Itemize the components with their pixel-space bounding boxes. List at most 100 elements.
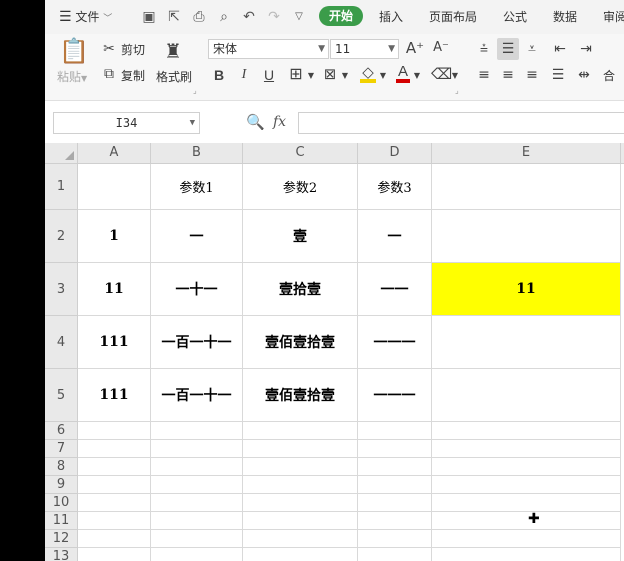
cell-c2[interactable]: 壹 (243, 210, 358, 263)
tab-home[interactable]: 开始 (319, 6, 363, 26)
cut-button[interactable]: 剪切 (121, 41, 145, 58)
formula-input[interactable] (298, 112, 624, 134)
merge-center-button[interactable]: 合 (603, 67, 615, 84)
cell-c1[interactable]: 参数2 (243, 164, 358, 210)
row-header-13[interactable]: 13 (45, 548, 78, 561)
print-icon[interactable]: ⎙ (191, 9, 207, 25)
align-left-icon[interactable]: ≡ (475, 66, 493, 84)
cell-a7[interactable] (78, 440, 151, 458)
cell-a11[interactable] (78, 512, 151, 530)
cell-e8[interactable] (432, 458, 621, 476)
bold-button[interactable]: B (212, 66, 226, 84)
decrease-font-size-icon[interactable]: A⁻ (431, 39, 451, 57)
scissors-icon[interactable]: ✂ (101, 40, 117, 58)
font-size-select[interactable]: 11 ▼ (330, 39, 399, 59)
cell-a9[interactable] (78, 476, 151, 494)
row-header-3[interactable]: 3 (45, 263, 78, 316)
cell-c6[interactable] (243, 422, 358, 440)
cell-fill-pattern-icon[interactable]: ⊠ (321, 65, 339, 83)
italic-button[interactable]: I (237, 66, 251, 84)
cell-a2[interactable]: 1 (78, 210, 151, 263)
tab-insert[interactable]: 插入 (379, 0, 403, 34)
row-header-8[interactable]: 8 (45, 458, 78, 476)
cell-c11[interactable] (243, 512, 358, 530)
paste-button[interactable]: 粘贴▼ (57, 68, 87, 85)
row-header-9[interactable]: 9 (45, 476, 78, 494)
cell-a6[interactable] (78, 422, 151, 440)
row-header-5[interactable]: 5 (45, 369, 78, 422)
row-header-12[interactable]: 12 (45, 530, 78, 548)
cell-d7[interactable] (358, 440, 432, 458)
column-header-d[interactable]: D (358, 143, 432, 164)
cell-e12[interactable] (432, 530, 621, 548)
row-header-10[interactable]: 10 (45, 494, 78, 512)
zoom-lookup-icon[interactable]: 🔍 (246, 113, 265, 131)
cell-d9[interactable] (358, 476, 432, 494)
align-middle-icon[interactable]: ☰ (499, 40, 517, 58)
cell-e6[interactable] (432, 422, 621, 440)
font-dialog-launcher-icon[interactable]: ⌟ (455, 86, 459, 95)
column-header-b[interactable]: B (151, 143, 243, 164)
clipboard-dialog-launcher-icon[interactable]: ⌟ (193, 86, 197, 95)
cell-b4[interactable]: 一百一十一 (151, 316, 243, 369)
copy-button[interactable]: 复制 (121, 67, 145, 84)
undo-icon[interactable]: ↶ (241, 9, 257, 25)
cell-c8[interactable] (243, 458, 358, 476)
cell-d6[interactable] (358, 422, 432, 440)
distributed-align-icon[interactable]: ⇹ (575, 66, 593, 84)
cell-b8[interactable] (151, 458, 243, 476)
underline-button[interactable]: U (262, 66, 276, 84)
cell-b12[interactable] (151, 530, 243, 548)
chevron-down-icon[interactable]: ▼ (341, 67, 349, 85)
cell-e1[interactable] (432, 164, 621, 210)
cell-d8[interactable] (358, 458, 432, 476)
row-header-6[interactable]: 6 (45, 422, 78, 440)
cell-d10[interactable] (358, 494, 432, 512)
cell-b5[interactable]: 一百一十一 (151, 369, 243, 422)
cell-c10[interactable] (243, 494, 358, 512)
fill-color-icon[interactable]: ◇ (359, 63, 377, 83)
cell-b2[interactable]: 一 (151, 210, 243, 263)
cell-e3[interactable]: 11 (432, 263, 621, 316)
cell-e5[interactable] (432, 369, 621, 422)
cell-b6[interactable] (151, 422, 243, 440)
chevron-down-icon[interactable]: ▼ (451, 67, 459, 85)
row-header-1[interactable]: 1 (45, 164, 78, 210)
format-painter-icon[interactable]: ♜ (162, 38, 184, 64)
tab-data[interactable]: 数据 (553, 0, 577, 34)
cell-c4[interactable]: 壹佰壹拾壹 (243, 316, 358, 369)
cell-a5[interactable]: 111 (78, 369, 151, 422)
cell-e11[interactable] (432, 512, 621, 530)
cell-d13[interactable] (358, 548, 432, 561)
cell-c3[interactable]: 壹拾壹 (243, 263, 358, 316)
increase-font-size-icon[interactable]: A⁺ (405, 39, 425, 57)
cell-c12[interactable] (243, 530, 358, 548)
cell-c7[interactable] (243, 440, 358, 458)
cell-e2[interactable] (432, 210, 621, 263)
chevron-down-icon[interactable]: ▼ (307, 67, 315, 85)
font-name-select[interactable]: 宋体 ▼ (208, 39, 329, 59)
cell-c13[interactable] (243, 548, 358, 561)
cell-a12[interactable] (78, 530, 151, 548)
insert-function-icon[interactable]: fx (273, 113, 291, 131)
cell-a10[interactable] (78, 494, 151, 512)
cell-a4[interactable]: 111 (78, 316, 151, 369)
cell-d1[interactable]: 参数3 (358, 164, 432, 210)
cell-d5[interactable]: 一一一 (358, 369, 432, 422)
export-icon[interactable]: ⇱ (166, 9, 182, 25)
cell-d2[interactable]: 一 (358, 210, 432, 263)
row-header-11[interactable]: 11 (45, 512, 78, 530)
tab-formulas[interactable]: 公式 (503, 0, 527, 34)
cell-b9[interactable] (151, 476, 243, 494)
cell-e9[interactable] (432, 476, 621, 494)
cell-e7[interactable] (432, 440, 621, 458)
save-icon[interactable]: ▣ (141, 9, 157, 25)
chevron-down-icon[interactable]: ▼ (379, 67, 387, 85)
column-header-a[interactable]: A (78, 143, 151, 164)
cell-b11[interactable] (151, 512, 243, 530)
cell-d11[interactable] (358, 512, 432, 530)
font-color-icon[interactable]: A (395, 63, 411, 83)
name-box[interactable]: I34 ▼ (53, 112, 200, 134)
paste-icon[interactable]: 📋 (59, 38, 89, 64)
cell-b3[interactable]: 一十一 (151, 263, 243, 316)
